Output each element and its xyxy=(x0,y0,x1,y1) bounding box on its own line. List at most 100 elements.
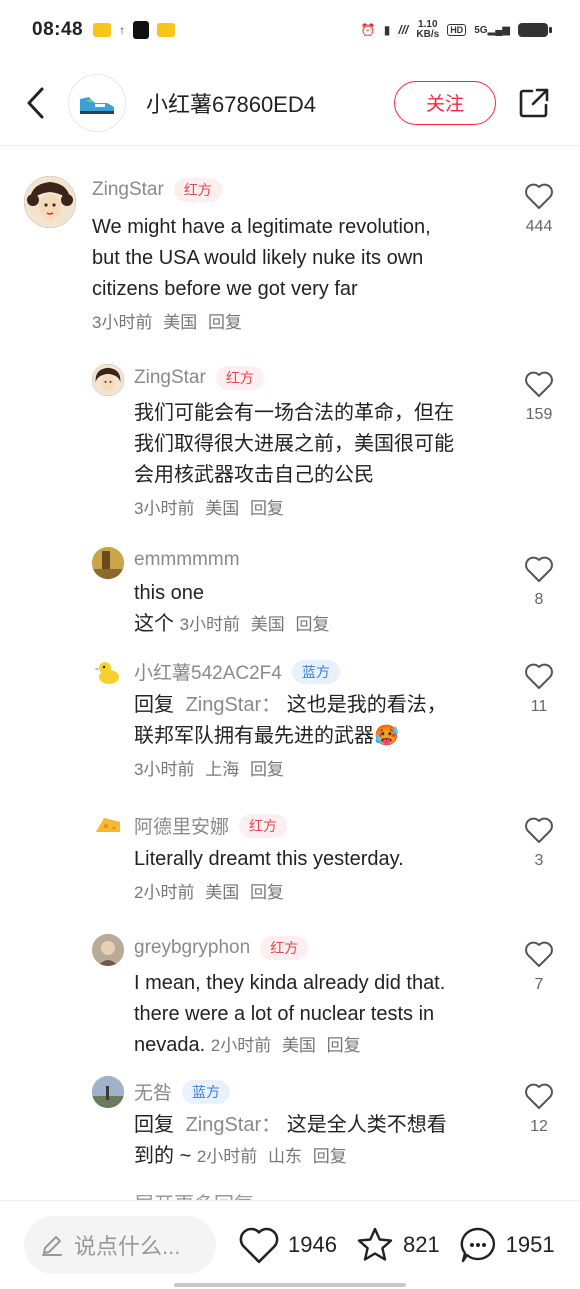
reply-target[interactable]: ZingStar： xyxy=(186,1114,282,1136)
battery-icon xyxy=(518,23,552,37)
comment-text[interactable]: 回复 ZingStar： 这也是我的看法， 联邦军队拥有最先进的武器🥵 3小时前… xyxy=(134,690,514,785)
commenter-name[interactable]: emmmmmm xyxy=(134,549,240,571)
comment-total: 1951 xyxy=(505,1232,555,1257)
network-speed: 1.10 KB/s xyxy=(416,19,440,40)
comment-like-button[interactable]: 8 xyxy=(522,555,556,609)
comment-time: 3小时前 xyxy=(134,499,195,518)
like-count: 7 xyxy=(534,976,544,993)
commenter-name[interactable]: 阿德里安娜 xyxy=(134,812,229,839)
comment-time: 3小时前 xyxy=(92,313,153,332)
like-button[interactable]: 1946 xyxy=(238,1225,337,1265)
avatar[interactable] xyxy=(92,547,124,579)
avatar[interactable] xyxy=(92,656,124,688)
reply-link[interactable]: 回复 xyxy=(208,313,242,332)
home-indicator[interactable] xyxy=(174,1283,406,1287)
star-icon xyxy=(357,1227,393,1261)
pencil-icon xyxy=(42,1236,62,1256)
upload-arrow-icon: ↑ xyxy=(119,23,126,37)
avatar[interactable] xyxy=(92,364,124,396)
reply-link[interactable]: 回复 xyxy=(327,1036,361,1055)
portrait-icon xyxy=(24,176,76,228)
signal-icon: 5G▂▄▆ xyxy=(474,24,510,36)
comment-text[interactable]: Literally dreamt this yesterday. 2小时前 美国… xyxy=(134,844,514,908)
side-badge: 蓝方 xyxy=(182,1079,231,1104)
follow-button[interactable]: 关注 xyxy=(394,80,496,125)
comment-time: 3小时前 xyxy=(179,615,241,634)
comment-like-button[interactable]: 7 xyxy=(522,940,556,994)
sneaker-icon xyxy=(80,96,114,114)
comment-text[interactable]: 我们可能会有一场合法的革命，但在 我们取得很大进展之前，美国很可能 会用核武器攻… xyxy=(134,398,514,524)
collect-total: 821 xyxy=(402,1232,440,1257)
share-button[interactable] xyxy=(516,85,552,121)
comment-button[interactable]: 1951 xyxy=(458,1225,555,1265)
comment-like-button[interactable]: 444 xyxy=(522,182,556,236)
like-total: 1946 xyxy=(288,1232,337,1257)
reply-link[interactable]: 回复 xyxy=(313,1147,347,1166)
comment-text[interactable]: 回复 ZingStar： 这是全人类不想看 到的 ~ 2小时前 山东 回复 xyxy=(134,1110,514,1172)
comment-location: 山东 xyxy=(268,1147,303,1166)
heart-icon xyxy=(239,1227,279,1264)
heart-icon xyxy=(525,941,553,967)
comment-list: ZingStar 红方 We might have a legitimate r… xyxy=(0,160,580,1200)
avatar[interactable] xyxy=(24,176,76,228)
comment-text[interactable]: We might have a legitimate revolution, b… xyxy=(92,212,492,338)
heart-icon xyxy=(525,663,553,689)
comment-location: 美国 xyxy=(250,615,285,634)
comment-text[interactable]: I mean, they kinda already did that. the… xyxy=(134,968,514,1061)
avatar[interactable] xyxy=(92,810,124,842)
comment-text[interactable]: this one 这个 3小时前 美国 回复 xyxy=(134,578,514,640)
comment-like-button[interactable]: 11 xyxy=(522,662,556,716)
collect-button[interactable]: 821 xyxy=(355,1225,440,1265)
comment-like-button[interactable]: 3 xyxy=(522,816,556,870)
commenter-name[interactable]: 小红薯542AC2F4 xyxy=(134,658,282,685)
chat-bubble-icon xyxy=(460,1227,495,1263)
commenter-name[interactable]: ZingStar xyxy=(134,367,206,389)
bottom-action-bar: 说点什么... 1946 821 1951 xyxy=(0,1200,580,1289)
duck-icon xyxy=(92,656,124,688)
heart-icon xyxy=(525,817,553,843)
reply-link[interactable]: 回复 xyxy=(250,883,284,902)
commenter-name[interactable]: 无咎 xyxy=(134,1078,172,1105)
status-bar: 08:48 ↑ ⏰ ▮ /// 1.10 KB/s HD 5G▂▄▆ xyxy=(0,0,580,60)
alarm-icon: ⏰ xyxy=(360,23,376,37)
side-badge: 红方 xyxy=(215,366,264,390)
avatar[interactable] xyxy=(92,1076,124,1108)
expand-more-replies[interactable]: 展开更多回复 xyxy=(134,1188,254,1200)
photo-avatar-icon xyxy=(92,1076,124,1108)
like-count: 12 xyxy=(530,1118,548,1135)
reply-target[interactable]: ZingStar： xyxy=(186,694,282,716)
like-count: 159 xyxy=(525,406,553,423)
vibrate-icon: ▮ xyxy=(383,23,391,37)
photo-avatar-icon xyxy=(92,934,124,966)
reply-link[interactable]: 回复 xyxy=(296,615,330,634)
comment-meta: 2小时前 山东 回复 xyxy=(197,1147,353,1166)
comment-like-button[interactable]: 159 xyxy=(522,370,556,424)
side-badge: 红方 xyxy=(260,936,309,960)
commenter-name[interactable]: ZingStar xyxy=(92,179,164,201)
comment-input[interactable]: 说点什么... xyxy=(24,1216,216,1274)
heart-icon xyxy=(525,556,553,582)
like-count: 11 xyxy=(530,698,548,715)
comment-meta: 3小时前 美国 回复 xyxy=(180,615,336,634)
comment-meta: 3小时前 美国 回复 xyxy=(134,493,514,524)
avatar[interactable] xyxy=(92,934,124,966)
author-name[interactable]: 小红薯67860ED4 xyxy=(146,87,316,119)
comment-location: 美国 xyxy=(163,313,198,332)
comment-location: 美国 xyxy=(205,499,240,518)
back-button[interactable] xyxy=(20,83,50,123)
nfc-icon: /// xyxy=(398,23,409,37)
comment-like-button[interactable]: 12 xyxy=(522,1082,556,1136)
comment-meta: 3小时前 美国 回复 xyxy=(92,307,492,338)
comment-time: 2小时前 xyxy=(196,1147,258,1166)
side-badge: 红方 xyxy=(239,813,288,838)
comment-time: 2小时前 xyxy=(134,883,195,902)
commenter-name[interactable]: greybgryphon xyxy=(134,937,250,959)
comment-meta: 3小时前 上海 回复 xyxy=(134,754,514,785)
author-avatar[interactable] xyxy=(68,73,126,132)
tiktok-notification-icon xyxy=(133,21,150,39)
comment-location: 上海 xyxy=(205,760,240,779)
reply-link[interactable]: 回复 xyxy=(250,760,284,779)
reply-link[interactable]: 回复 xyxy=(250,499,284,518)
side-badge: 红方 xyxy=(173,178,222,202)
like-count: 8 xyxy=(534,591,544,608)
